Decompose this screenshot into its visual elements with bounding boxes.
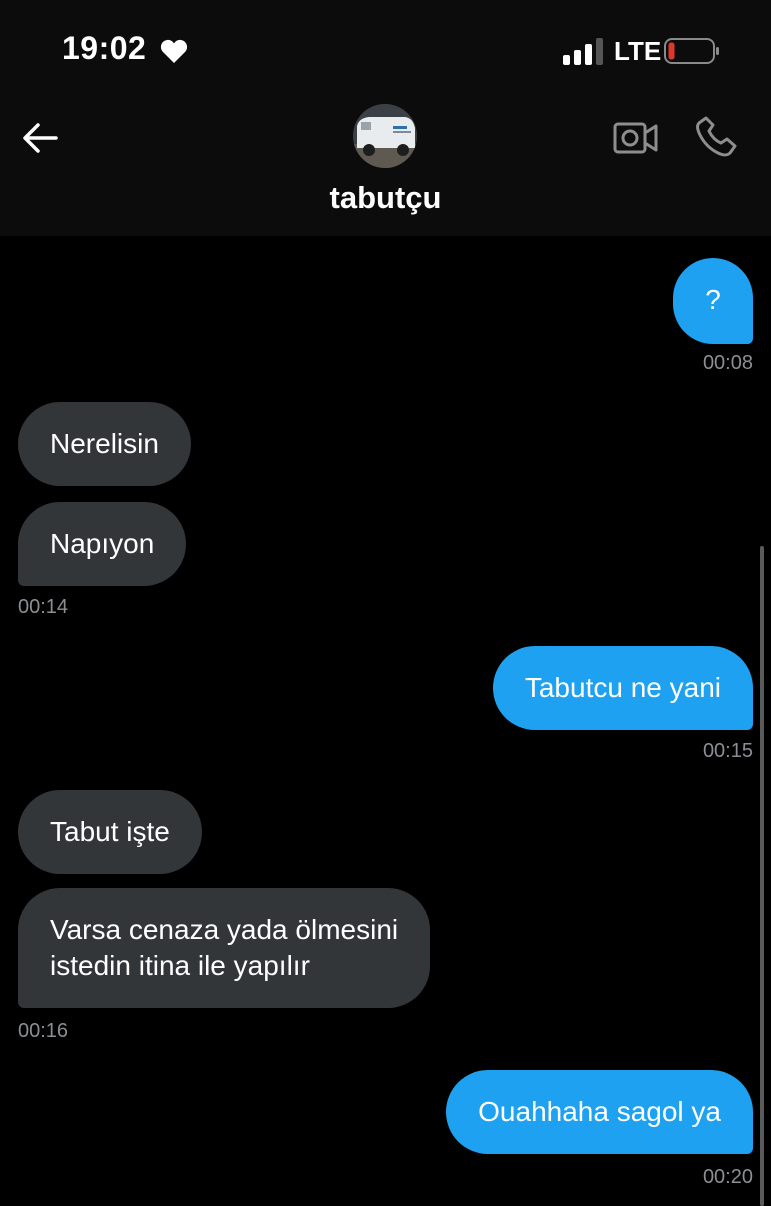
status-bar: 19:02 LTE	[0, 0, 771, 100]
chat-header: tabutçu	[0, 100, 771, 236]
message-bubble-incoming[interactable]: Nerelisin	[18, 402, 191, 486]
phone-call-icon[interactable]	[694, 114, 738, 158]
contact-name[interactable]: tabutçu	[0, 180, 771, 216]
battery-low-icon	[664, 38, 719, 64]
message-timestamp: 00:16	[18, 1020, 69, 1042]
van-image	[353, 104, 417, 168]
message-timestamp: 00:08	[702, 352, 753, 374]
message-list[interactable]: ? 00:08 Nerelisin Napıyon 00:14 Tabutcu …	[0, 236, 771, 1206]
message-bubble-outgoing[interactable]: ?	[673, 258, 753, 344]
back-arrow-icon[interactable]	[20, 118, 60, 158]
heart-icon	[160, 39, 188, 63]
message-timestamp: 00:20	[702, 1166, 753, 1188]
message-bubble-outgoing[interactable]: Tabutcu ne yani	[492, 646, 753, 730]
message-bubble-incoming[interactable]: Napıyon	[18, 502, 187, 586]
message-bubble-incoming[interactable]: Tabut işte	[18, 790, 202, 874]
network-type: LTE	[614, 36, 662, 66]
message-bubble-outgoing[interactable]: Ouahhaha sagol ya	[446, 1070, 753, 1154]
scrollbar[interactable]	[760, 546, 764, 1206]
message-timestamp: 00:14	[18, 596, 69, 618]
message-timestamp: 00:15	[702, 740, 753, 762]
video-call-icon[interactable]	[612, 116, 660, 160]
status-time: 19:02	[62, 30, 147, 66]
signal-icon	[563, 38, 603, 65]
contact-avatar[interactable]	[353, 104, 417, 168]
message-bubble-incoming[interactable]: Varsa cenaza yada ölmesini istedin itina…	[18, 888, 431, 1008]
